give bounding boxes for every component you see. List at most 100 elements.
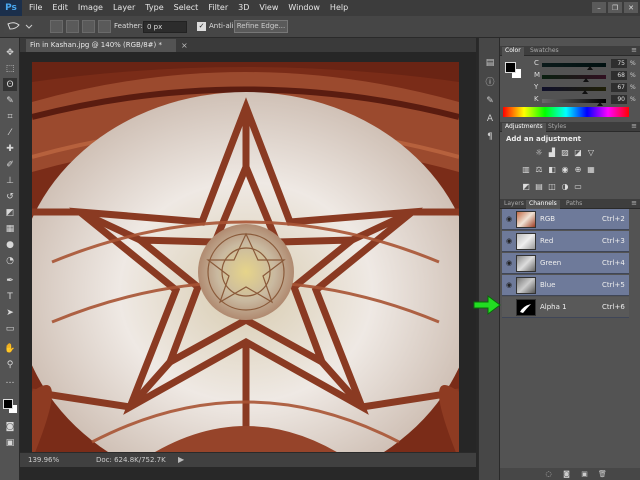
lasso-tool-preset-icon[interactable] [4, 20, 34, 33]
add-to-selection-icon[interactable] [66, 20, 79, 33]
document-tab[interactable]: Fin in Kashan.jpg @ 140% (RGB/8#) * [26, 39, 176, 52]
tab-channels[interactable]: Channels [526, 200, 560, 209]
blur-tool-icon[interactable]: ● [3, 238, 17, 251]
black-white-icon[interactable]: ◧ [547, 164, 557, 174]
move-tool-icon[interactable]: ✥ [3, 46, 17, 59]
yellow-knob[interactable] [581, 90, 588, 94]
more-tools-icon[interactable]: … [3, 374, 17, 387]
menu-type[interactable]: Type [140, 0, 168, 16]
photo-filter-icon[interactable]: ◉ [560, 164, 570, 174]
invert-icon[interactable]: ◩ [521, 181, 531, 191]
tab-layers[interactable]: Layers [504, 200, 524, 207]
history-panel-icon[interactable]: ▤ [483, 56, 497, 70]
selective-color-icon[interactable]: ◑ [560, 181, 570, 191]
brush-panel-icon[interactable]: ✎ [483, 94, 497, 108]
visibility-eye-icon[interactable]: ◉ [504, 214, 514, 224]
channel-row-green[interactable]: ◉ Green Ctrl+4 [502, 253, 629, 274]
visibility-eye-icon[interactable]: ◉ [504, 258, 514, 268]
type-tool-icon[interactable]: T [3, 290, 17, 303]
channel-mixer-icon[interactable]: ⊕ [573, 164, 583, 174]
menu-3d[interactable]: 3D [233, 0, 254, 16]
paragraph-panel-icon[interactable]: ¶ [483, 130, 497, 144]
lasso-tool-icon[interactable]: ʘ [3, 78, 17, 91]
eyedropper-tool-icon[interactable]: ⁄ [3, 126, 17, 139]
new-selection-icon[interactable] [50, 20, 63, 33]
panel-menu-icon[interactable]: ≡ [631, 122, 637, 130]
close-window-button[interactable]: ✕ [624, 2, 638, 13]
menu-edit[interactable]: Edit [47, 0, 73, 16]
marquee-tool-icon[interactable]: ⬚ [3, 62, 17, 75]
magenta-knob[interactable] [582, 78, 589, 82]
clone-stamp-tool-icon[interactable]: ⊥ [3, 174, 17, 187]
magenta-value[interactable]: 68 [611, 71, 627, 80]
zoom-level[interactable]: 139.96% [28, 456, 59, 464]
status-menu-arrow-icon[interactable]: ▶ [178, 455, 184, 464]
gradient-tool-icon[interactable]: ▦ [3, 222, 17, 235]
posterize-icon[interactable]: ▤ [534, 181, 544, 191]
black-value[interactable]: 90 [611, 95, 627, 104]
menu-layer[interactable]: Layer [108, 0, 140, 16]
menu-help[interactable]: Help [325, 0, 353, 16]
path-selection-tool-icon[interactable]: ➤ [3, 306, 17, 319]
channel-row-red[interactable]: ◉ Red Ctrl+3 [502, 231, 629, 252]
tab-color[interactable]: Color [502, 47, 524, 56]
visibility-eye-icon[interactable]: ◉ [504, 236, 514, 246]
brightness-contrast-icon[interactable]: ☼ [534, 147, 544, 157]
tab-paths[interactable]: Paths [566, 200, 582, 207]
load-channel-selection-icon[interactable]: ◌ [544, 469, 553, 478]
gradient-map-icon[interactable]: ▭ [573, 181, 583, 191]
color-spectrum-ramp[interactable] [503, 107, 629, 117]
refine-edge-button[interactable]: Refine Edge... [234, 20, 288, 33]
levels-icon[interactable]: ▟ [547, 147, 557, 157]
visibility-toggle-empty[interactable] [504, 302, 514, 312]
feather-input[interactable]: 0 px [143, 21, 187, 33]
eraser-tool-icon[interactable]: ◩ [3, 206, 17, 219]
tab-adjustments[interactable]: Adjustments [502, 123, 546, 132]
character-panel-icon[interactable]: A [483, 112, 497, 126]
curves-icon[interactable]: ▨ [560, 147, 570, 157]
yellow-value[interactable]: 67 [611, 83, 627, 92]
menu-window[interactable]: Window [283, 0, 325, 16]
color-balance-icon[interactable]: ⚖ [534, 164, 544, 174]
menu-select[interactable]: Select [169, 0, 204, 16]
menu-filter[interactable]: Filter [203, 0, 233, 16]
minimize-button[interactable]: – [592, 2, 606, 13]
tab-styles[interactable]: Styles [548, 123, 566, 130]
restore-button[interactable]: ❐ [608, 2, 622, 13]
panel-menu-icon[interactable]: ≡ [631, 199, 637, 207]
color-lookup-icon[interactable]: ▦ [586, 164, 596, 174]
foreground-color-swatch[interactable] [3, 399, 13, 409]
magenta-track[interactable] [542, 75, 606, 79]
cyan-track[interactable] [542, 63, 606, 67]
cyan-knob[interactable] [587, 66, 593, 70]
close-tab-icon[interactable]: × [181, 41, 188, 50]
vibrance-icon[interactable]: ▽ [586, 147, 596, 157]
quick-mask-icon[interactable]: ◙ [3, 420, 17, 433]
dodge-tool-icon[interactable]: ◔ [3, 254, 17, 267]
yellow-track[interactable] [542, 87, 606, 91]
channel-row-blue[interactable]: ◉ Blue Ctrl+5 [502, 275, 629, 296]
healing-brush-tool-icon[interactable]: ✚ [3, 142, 17, 155]
channel-row-rgb[interactable]: ◉ RGB Ctrl+2 [502, 209, 629, 230]
crop-tool-icon[interactable]: ⌗ [3, 110, 17, 123]
pen-tool-icon[interactable]: ✒ [3, 274, 17, 287]
zoom-tool-icon[interactable]: ⚲ [3, 358, 17, 371]
menu-image[interactable]: Image [73, 0, 108, 16]
screen-mode-icon[interactable]: ▣ [3, 436, 17, 449]
quick-selection-tool-icon[interactable]: ✎ [3, 94, 17, 107]
menu-file[interactable]: File [24, 0, 47, 16]
panel-menu-icon[interactable]: ≡ [631, 46, 637, 54]
channel-row-alpha-1[interactable]: Alpha 1 Ctrl+6 [502, 297, 629, 318]
brush-tool-icon[interactable]: ✐ [3, 158, 17, 171]
properties-panel-icon[interactable]: ⓘ [483, 74, 497, 88]
subtract-from-selection-icon[interactable] [82, 20, 95, 33]
new-channel-icon[interactable]: ▣ [580, 469, 589, 478]
exposure-icon[interactable]: ◪ [573, 147, 583, 157]
color-panel-foreground-swatch[interactable] [505, 62, 516, 73]
hue-saturation-icon[interactable]: ▥ [521, 164, 531, 174]
black-knob[interactable] [596, 102, 603, 106]
intersect-selection-icon[interactable] [98, 20, 111, 33]
threshold-icon[interactable]: ◫ [547, 181, 557, 191]
delete-channel-icon[interactable]: 🗑 [598, 469, 607, 478]
visibility-eye-icon[interactable]: ◉ [504, 280, 514, 290]
